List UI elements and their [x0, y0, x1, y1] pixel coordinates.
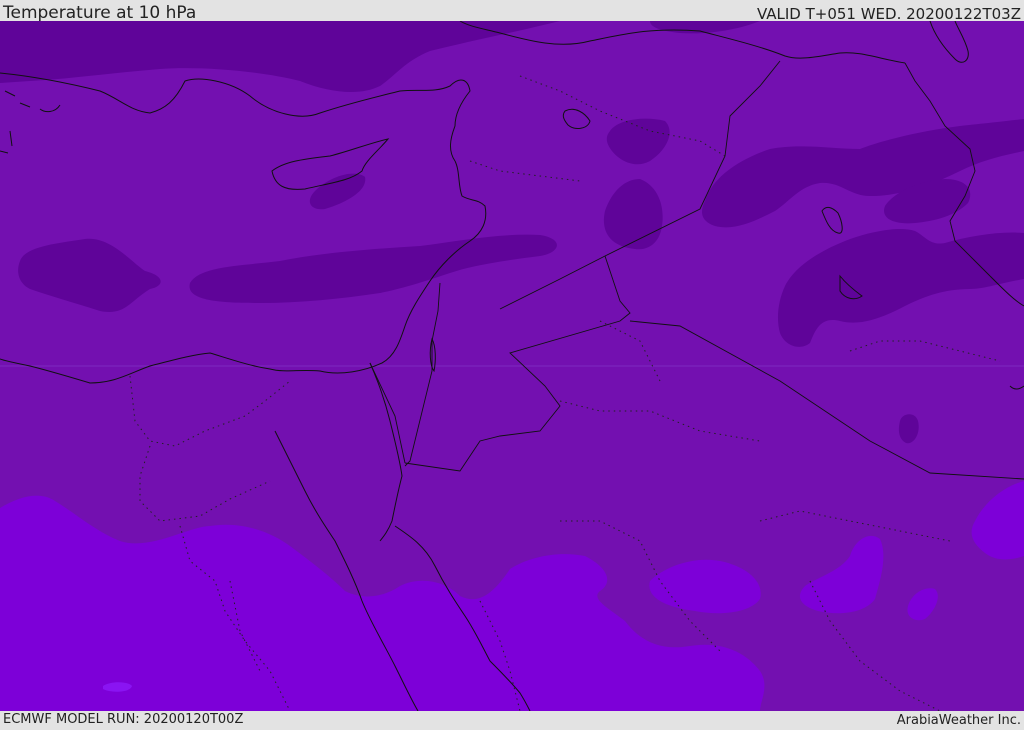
temperature-map [0, 21, 1024, 711]
map-header: Temperature at 10 hPa VALID T+051 WED. 2… [0, 0, 1024, 23]
model-run-label: ECMWF MODEL RUN: 20200120T00Z [3, 712, 244, 727]
map-title: Temperature at 10 hPa [3, 3, 197, 23]
map-footer: ECMWF MODEL RUN: 20200120T00Z ArabiaWeat… [0, 711, 1024, 729]
credit-label: ArabiaWeather Inc. [896, 713, 1021, 728]
